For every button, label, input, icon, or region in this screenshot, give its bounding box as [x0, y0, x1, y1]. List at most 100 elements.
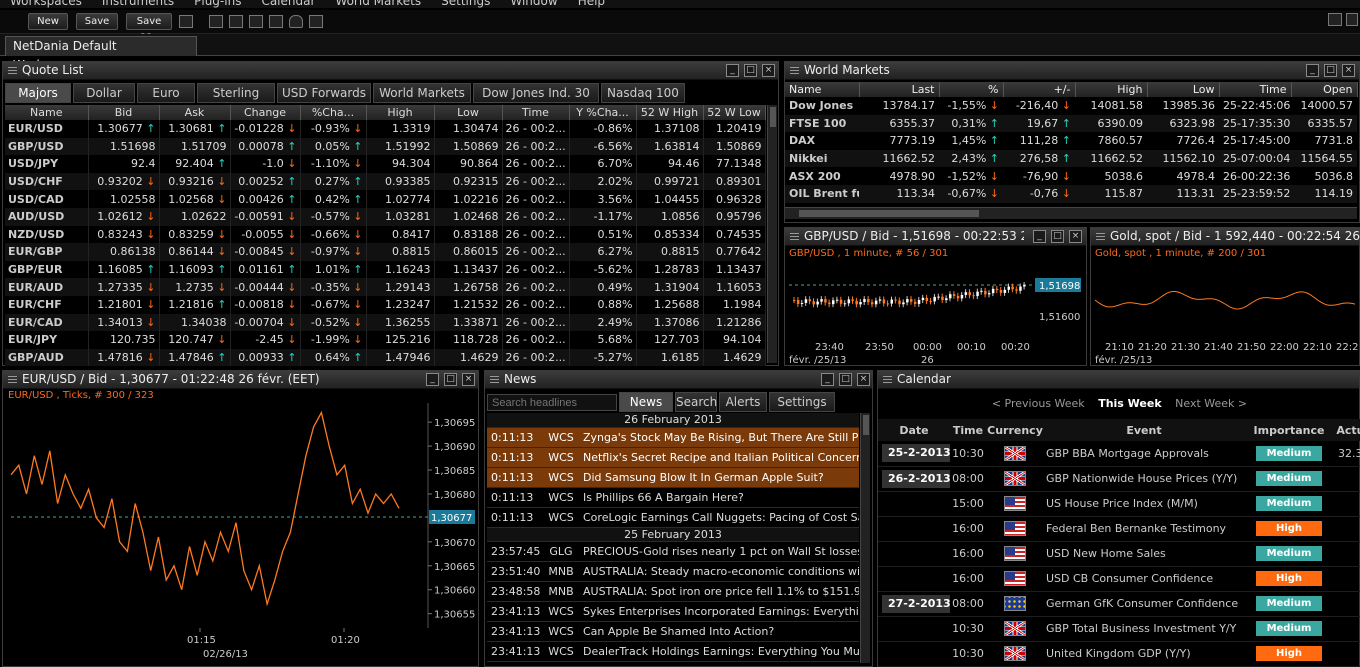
calendar-icon[interactable] — [309, 15, 323, 28]
gbpusd-chart[interactable]: 1,51698 1,51600 23:40 23:50 00:00 00:10 00:2… — [785, 260, 1086, 365]
calendar-row[interactable]: 10:30 GBP Total Business Investment Y/Y Me… — [878, 616, 1360, 642]
table-row[interactable]: OIL Brent fut.113.34-0,67% ↓-0,76 ↓115.8… — [785, 184, 1357, 203]
tab-dow-jones-ind-30[interactable]: Dow Jones Ind. 30 — [473, 83, 599, 103]
column-header[interactable]: Actual — [1334, 419, 1360, 441]
close-icon[interactable]: × — [762, 64, 775, 77]
alert-bell-icon[interactable] — [289, 15, 303, 28]
table-row[interactable]: EUR/CAD 1.34013 ↓ 1.34038 -0.00704 ↓ -0.52% … — [5, 313, 766, 332]
column-header[interactable]: Open — [1291, 82, 1358, 97]
news-item[interactable]: 0:11:13 WCS Did Samsung Blow It In German … — [487, 467, 860, 488]
quote-list-icon[interactable] — [209, 15, 223, 28]
news-item[interactable]: 0:11:13 WCS Netflix's Secret Recipe and It… — [487, 447, 860, 468]
tab-sterling[interactable]: Sterling — [197, 83, 275, 103]
news-item[interactable]: 0:11:13 WCS Zynga's Stock May Be Rising, B… — [487, 427, 860, 448]
tab-alerts[interactable]: Alerts — [719, 392, 767, 412]
column-header[interactable]: Time — [950, 419, 986, 441]
menu-help[interactable]: Help — [568, 0, 615, 8]
world-markets-hscrollbar[interactable] — [785, 207, 1357, 219]
table-row[interactable]: EUR/GBP 0.86138 0.86144 ↓ -0.00845 ↓ -0.97% … — [5, 243, 766, 261]
column-header[interactable]: Name — [5, 105, 89, 120]
new-button[interactable]: New — [28, 13, 68, 30]
maximize-icon[interactable]: □ — [744, 64, 757, 77]
grip-icon[interactable] — [883, 376, 892, 384]
column-header[interactable]: Y %Cha... — [569, 105, 637, 120]
table-row[interactable]: GBP/AUD 1.47816 ↓ 1.47846 ↑ 0.00933 ↑ 0.64% … — [5, 348, 766, 367]
table-row[interactable]: GBP/EUR 1.16085 ↑ 1.16093 ↑ 0.01161 ↑ 1.01% … — [5, 260, 766, 279]
tab-search[interactable]: Search — [675, 392, 717, 412]
calendar-row[interactable]: 27-2-2013 08:00 German GfK Consumer Confid… — [878, 591, 1360, 617]
calendar-row[interactable]: 10:30 United Kingdom GDP (Y/Y) High — [878, 641, 1360, 667]
column-header[interactable]: 52 W Low — [703, 105, 766, 120]
calendar-row[interactable]: 26-2-2013 08:00 GBP Nationwide House Price… — [878, 466, 1360, 492]
search-headlines-input[interactable] — [487, 394, 617, 411]
tab-dollar[interactable]: Dollar — [73, 83, 135, 103]
news-item[interactable]: 23:57:45 GLG PRECIOUS-Gold rises nearly 1 … — [487, 541, 860, 562]
grip-icon[interactable] — [8, 67, 17, 75]
tab-world-markets[interactable]: World Markets — [373, 83, 471, 103]
menu-instruments[interactable]: Instruments — [92, 0, 184, 8]
maximize-icon[interactable]: □ — [1324, 64, 1337, 77]
tab-majors[interactable]: Majors — [5, 83, 71, 103]
table-row[interactable]: EUR/JPY 120.735 120.747 ↓ -2.45 ↓ -1.99% ↓ 12… — [5, 331, 766, 349]
grip-icon[interactable] — [1096, 233, 1105, 241]
news-item[interactable]: 23:41:13 WCS Sykes Enterprises Incorporate… — [487, 601, 860, 622]
calendar-row[interactable]: 16:00 Federal Ben Bernanke Testimony High — [878, 516, 1360, 542]
column-header[interactable]: 52 W High — [636, 105, 704, 120]
table-row[interactable]: USD/CHF 0.93202 ↓ 0.93216 ↓ 0.00252 ↑ 0.27% … — [5, 172, 766, 191]
close-icon[interactable]: × — [857, 373, 870, 386]
column-header[interactable]: High — [366, 105, 435, 120]
minimize-icon[interactable]: _ — [426, 373, 439, 386]
maximize-icon[interactable]: □ — [444, 373, 457, 386]
news-item[interactable]: 23:41:13 WCS Can Apple Be Shamed Into Acti… — [487, 621, 860, 642]
column-header[interactable]: Low — [1147, 82, 1220, 97]
gold-chart[interactable]: 21:10 21:20 21:30 21:40 21:50 22:00 22:10 22:20… — [1091, 260, 1359, 365]
tab-usd-forwards[interactable]: USD Forwards — [277, 83, 371, 103]
table-row[interactable]: Nikkei 11662.52 2,43% ↑ 276,58 ↑ 11662.52 115… — [785, 149, 1357, 168]
table-row[interactable]: EUR/CHF 1.21801 ↓ 1.21816 ↑ -0.00818 ↓ -0.67… — [5, 295, 766, 314]
column-header[interactable]: Importance — [1244, 419, 1334, 441]
calendar-row[interactable]: 15:00 US House Price Index (M/M) Medium — [878, 491, 1360, 517]
settings-icon[interactable] — [179, 15, 193, 28]
column-header[interactable]: Last — [859, 82, 940, 97]
table-row[interactable]: Dow Jones 13784.17 -1,55% ↓ -216,40 ↓ 14081.… — [785, 97, 1357, 115]
previous-week-link[interactable]: < Previous Week — [992, 397, 1085, 410]
grip-icon[interactable] — [490, 376, 499, 384]
save-as-button[interactable]: Save as.. — [126, 13, 172, 42]
workspace-tab[interactable]: NetDania Default Workspace× — [5, 36, 197, 72]
table-row[interactable]: DAX 7773.19 1,45% ↑ 111,28 ↑ 7860.57 7726.4 25… — [785, 132, 1357, 150]
table-row[interactable]: ASX 200 4978.90 -1,52% ↓ -76,90 ↓ 5038.6 4978… — [785, 167, 1357, 185]
minimize-icon[interactable]: _ — [726, 64, 739, 77]
news-item[interactable]: 0:11:13 WCS CoreLogic Earnings Call Nugget… — [487, 507, 860, 528]
news-item[interactable]: 0:11:13 WCS Is Phillips 66 A Bargain Here? — [487, 487, 860, 508]
calendar-row[interactable]: 25-2-2013 10:30 GBP BBA Mortgage Approvals… — [878, 441, 1360, 467]
table-row[interactable]: EUR/AUD 1.27335 ↓ 1.2735 ↓ -0.00444 ↓ -0.35%… — [5, 278, 766, 296]
column-header[interactable]: %Cha... — [300, 105, 367, 120]
close-icon[interactable]: × — [1342, 64, 1355, 77]
column-header[interactable]: Low — [434, 105, 503, 120]
grip-icon[interactable] — [8, 376, 17, 384]
save-button[interactable]: Save — [76, 13, 118, 30]
news-scrollbar[interactable] — [860, 413, 870, 663]
column-header[interactable]: % — [939, 82, 1004, 97]
calendar-row[interactable]: 16:00 USD New Home Sales Medium — [878, 541, 1360, 567]
restore-window-icon[interactable] — [1328, 13, 1342, 26]
column-header[interactable]: High — [1075, 82, 1148, 97]
news-item[interactable]: 23:51:40 MNB AUSTRALIA: Steady macro-econo… — [487, 561, 860, 582]
chart-icon[interactable] — [229, 15, 243, 28]
menu-settings[interactable]: Settings — [431, 0, 500, 8]
tab-euro[interactable]: Euro — [137, 83, 195, 103]
maximize-icon[interactable]: □ — [839, 373, 852, 386]
menu-calendar[interactable]: Calendar — [251, 0, 325, 8]
table-row[interactable]: NZD/USD 0.83243 ↓ 0.83259 ↓ -0.0055 ↓ -0.66%… — [5, 225, 766, 244]
column-header[interactable]: Event — [1044, 419, 1244, 441]
news-icon[interactable] — [249, 15, 263, 28]
menu-window[interactable]: Window — [500, 0, 567, 8]
table-row[interactable]: AUD/USD 1.02612 ↓ 1.02622 -0.00591 ↓ -0.57% … — [5, 207, 766, 226]
table-row[interactable]: USD/JPY 92.4 92.404 ↑ -1.0 ↓ -1.10% ↓ 94.304 9… — [5, 155, 766, 173]
table-row[interactable]: FTSE 100 6355.37 0,31% ↑ 19,67 ↑ 6390.09 6323… — [785, 114, 1357, 133]
menu-workspaces[interactable]: Workspaces — [0, 0, 92, 8]
grip-icon[interactable] — [790, 233, 799, 241]
maximize-icon[interactable]: □ — [1051, 230, 1064, 243]
menu-world-markets[interactable]: World Markets — [325, 0, 431, 8]
column-header[interactable]: +/- — [1003, 82, 1076, 97]
